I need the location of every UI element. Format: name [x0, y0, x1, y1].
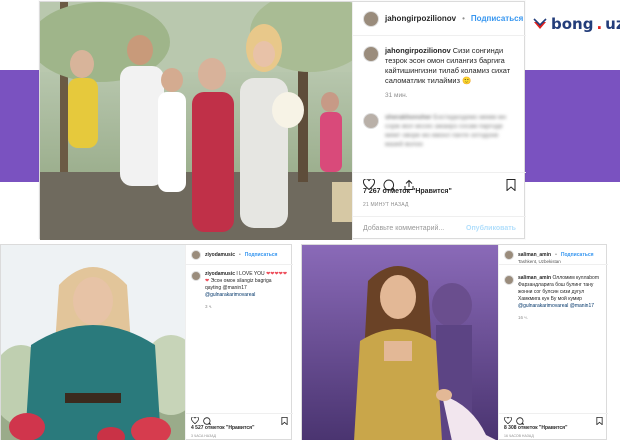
bottom-right-sidebar: saliman_amin • Подписаться Tashkent, Uzb… — [498, 245, 608, 440]
bottom-left-date: 3 ЧАСА НАЗАД — [191, 434, 217, 438]
top-post-follow-button[interactable]: Подписаться — [471, 14, 523, 23]
bottom-right-caption-mention[interactable]: @gulnarakarimovareal @manin17 — [518, 303, 594, 309]
bottom-left-bookmark-icon[interactable] — [281, 416, 288, 425]
bottom-right-comment-icon[interactable] — [516, 416, 524, 425]
bottom-right-photo[interactable] — [302, 245, 498, 440]
bottom-right-caption-username[interactable]: saliman_amin — [518, 275, 551, 281]
add-comment-input[interactable]: Добавьте комментарий... — [363, 225, 444, 232]
bottom-right-time: 16 ч. — [518, 315, 528, 320]
logo-mark-icon — [532, 16, 548, 32]
bookmark-icon[interactable] — [506, 178, 516, 191]
bottom-right-date: 16 ЧАСОВ НАЗАД — [504, 434, 534, 438]
bottom-left-header: ziyodamusic • Подписаться — [186, 245, 293, 265]
bottom-right-instagram-post: saliman_amin • Подписаться Tashkent, Uzb… — [301, 244, 608, 440]
bottom-left-separator: • — [239, 251, 241, 258]
comment-avatar[interactable] — [363, 112, 379, 129]
top-post-caption: jahongirpozilionov Сизи сонгинди тезрок … — [353, 36, 526, 86]
top-post-sidebar: jahongirpozilionov • Подписаться jahongi… — [352, 2, 526, 240]
bottom-left-caption-username[interactable]: ziyodamusic — [205, 271, 235, 277]
bottom-left-caption-mention[interactable]: @gulnarakarimovareal — [205, 292, 255, 298]
bottom-right-username[interactable]: saliman_amin — [518, 252, 551, 258]
top-post-username[interactable]: jahongirpozilionov — [385, 14, 456, 23]
bottom-left-like-heart-icon[interactable] — [191, 417, 199, 424]
top-post-date: 21 МИНУТ НАЗАД — [363, 202, 409, 208]
bottom-right-location[interactable]: Tashkent, Uzbekistan — [499, 259, 608, 269]
top-post-header: jahongirpozilionov • Подписаться — [353, 2, 526, 36]
top-post-comment-box: Добавьте комментарий... Опубликовать — [353, 216, 526, 240]
bottom-left-comment-icon[interactable] — [203, 416, 211, 425]
bottom-right-caption: saliman_amin Олломим куллаbоm Фарзандлар… — [499, 269, 608, 310]
top-instagram-post: jahongirpozilionov • Подписаться jahongi… — [39, 1, 526, 240]
caption-username[interactable]: jahongirpozilionov — [385, 46, 451, 55]
bottom-left-username[interactable]: ziyodamusic — [205, 252, 235, 258]
caption-emoji: 🙂 — [462, 75, 472, 85]
top-post-photo[interactable] — [40, 2, 352, 240]
bottom-left-caption-avatar[interactable] — [191, 271, 201, 281]
top-post-time: 31 мин. — [385, 91, 408, 99]
top-post-avatar[interactable] — [363, 10, 379, 27]
bottom-left-caption: ziyodamusic I LOVE YOU ❤❤❤❤❤❤ Эсон омон … — [186, 265, 293, 299]
site-logo[interactable]: bong.uz — [532, 10, 620, 38]
bottom-left-caption-text: I LOVE YOU — [236, 271, 265, 277]
comment-username[interactable]: sherakhonsher — [385, 114, 432, 121]
bottom-left-avatar[interactable] — [191, 249, 201, 260]
caption-avatar[interactable] — [363, 46, 379, 62]
bottom-left-likes[interactable]: 4 527 отметок "Нравится" — [191, 425, 254, 431]
bottom-right-like-heart-icon[interactable] — [504, 417, 512, 424]
logo-text-dot: . — [596, 15, 603, 33]
bottom-left-caption-text2: Эсон омон silangiz bagriga qayting @mani… — [205, 278, 272, 291]
bottom-left-time: 3 ч. — [205, 304, 213, 309]
top-post-likes[interactable]: 7 267 отметок "Нравится" — [363, 188, 452, 195]
logo-text-main: bong — [551, 15, 594, 33]
bottom-right-avatar[interactable] — [504, 249, 514, 260]
bottom-left-instagram-post: ziyodamusic • Подписаться ziyodamusic I … — [0, 244, 293, 440]
bottom-right-likes[interactable]: 8 308 отметок "Нравится" — [504, 425, 567, 431]
bottom-right-separator: • — [555, 251, 557, 258]
bottom-left-follow-button[interactable]: Подписаться — [245, 252, 278, 258]
bottom-left-photo[interactable] — [1, 245, 185, 440]
bottom-right-bookmark-icon[interactable] — [596, 416, 603, 425]
bottom-right-caption-avatar[interactable] — [504, 275, 514, 285]
bottom-left-sidebar: ziyodamusic • Подписаться ziyodamusic I … — [185, 245, 293, 440]
logo-text-tld: uz — [605, 15, 620, 33]
publish-button[interactable]: Опубликовать — [466, 225, 516, 232]
bottom-right-follow-button[interactable]: Подписаться — [561, 252, 594, 258]
top-post-separator: • — [462, 14, 465, 23]
top-post-comment: sherakhonsher Бостеделдемо мемм мн сорж … — [353, 99, 526, 149]
